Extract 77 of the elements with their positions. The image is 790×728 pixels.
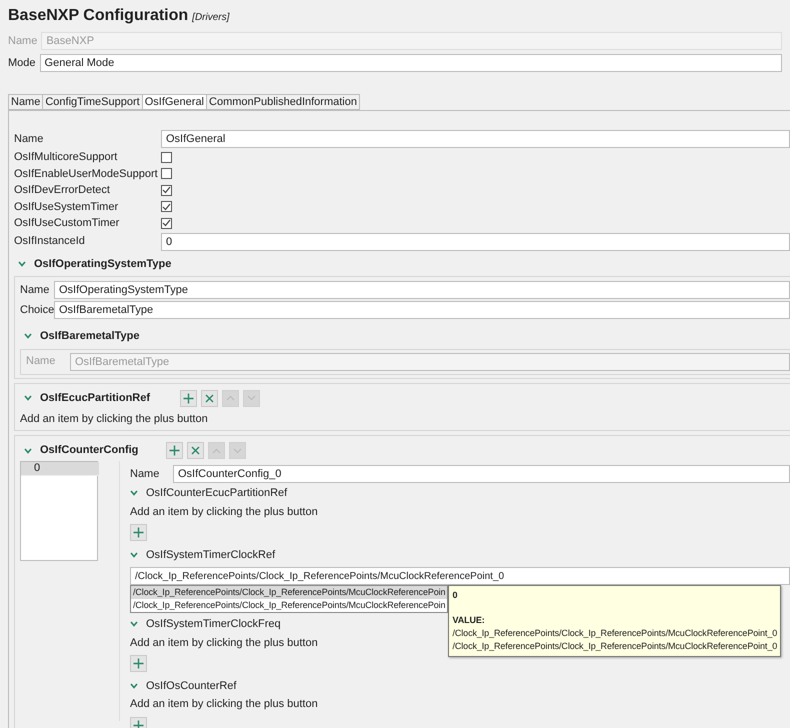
chevron-down-icon[interactable] [18,260,26,267]
plus-icon [183,392,194,404]
text-field[interactable]: OsIfCounterConfig_0 [173,465,790,483]
plus-icon [133,658,144,669]
chevron-down-icon [247,395,256,401]
section-title: OsIfCounterConfig [40,443,138,458]
text-field[interactable]: OsIfBaremetalType [54,301,790,319]
combo-field[interactable]: /Clock_Ip_ReferencePoints/Clock_Ip_ReferencePoints/McuClockReferencePoint_0 [130,567,790,585]
chevron-down-icon[interactable] [130,552,138,558]
close-icon [191,446,200,455]
name-field: BaseNXP [41,32,782,50]
field-label: Name [130,466,160,482]
chevron-down-icon[interactable] [130,621,138,628]
checkbox[interactable] [161,168,172,180]
mode-field[interactable]: General Mode [40,54,782,72]
chevron-up-icon [226,395,236,401]
field-label: Name [20,282,50,298]
chevron-down-icon[interactable] [24,333,32,340]
plus-icon [133,527,144,538]
field-label: OsIfUseCustomTimer [14,216,120,231]
add-button[interactable] [180,390,198,406]
hint-text: Add an item by clicking the plus button [130,504,318,520]
text-field[interactable]: OsIfOperatingSystemType [54,281,790,299]
remove-button[interactable] [187,442,204,459]
checkbox[interactable] [161,184,172,196]
section-title: OsIfEcucPartitionRef [40,390,150,406]
section-title: OsIfSystemTimerClockRef [146,548,276,562]
field-label: OsIfEnableUserModeSupport [14,166,159,182]
section-title: OsIfSystemTimerClockFreq [146,617,281,632]
field-label: OsIfInstanceId [14,234,86,250]
section-title: OsIfBaremetalType [40,329,140,344]
plus-icon [133,720,144,728]
section-title: OsIfOperatingSystemType [34,256,172,272]
dropdown-option[interactable]: /Clock_Ip_ReferencePoints/Clock_Ip_ReferencePoints/McuClockReferencePoin [131,586,448,599]
hint-text: Add an item by clicking the plus button [20,412,208,426]
field-label: Choice [20,302,54,318]
checkbox[interactable] [161,218,172,229]
add-button[interactable] [166,442,184,459]
chevron-up-icon [212,448,222,454]
hint-text: Add an item by clicking the plus button [130,697,318,712]
chevron-down-icon[interactable] [130,682,138,689]
category-label: [Drivers] [192,11,230,25]
chevron-down-icon[interactable] [24,395,32,401]
chevron-down-icon[interactable] [24,448,32,454]
tooltip-title: 0 [452,589,458,602]
tab[interactable]: Name [8,94,42,110]
text-field[interactable]: OsIfGeneral [161,130,790,148]
section-title: OsIfOsCounterRef [146,678,236,694]
field-label: OsIfUseSystemTimer [14,200,120,214]
tab[interactable]: ConfigTimeSupport [42,94,142,110]
page-title: BaseNXP Configuration [8,6,188,26]
add-button[interactable] [130,655,147,672]
dropdown-option[interactable]: /Clock_Ip_ReferencePoints/Clock_Ip_ReferencePoints/McuClockReferencePoin [131,599,448,612]
plus-icon [169,445,180,456]
field-label: Name [14,132,44,147]
field-label: OsIfDevErrorDetect [14,183,111,198]
checkbox[interactable] [161,152,172,163]
field-label: Name [8,34,38,49]
remove-button[interactable] [201,390,218,406]
add-button[interactable] [130,524,147,541]
checkbox[interactable] [161,201,172,212]
tooltip-text: /Clock_Ip_ReferencePoints/Clock_Ip_ReferencePoints/McuClockReferencePoint_0 [452,627,778,640]
field-label: Mode [8,56,36,71]
chevron-down-icon [233,448,242,454]
list-item[interactable]: 0 [21,462,99,476]
chevron-down-icon[interactable] [130,490,138,496]
tooltip-text: /Clock_Ip_ReferencePoints/Clock_Ip_ReferencePoints/McuClockReferencePoint_0 [452,640,778,653]
text-field: OsIfBaremetalType [70,352,790,370]
tab[interactable]: CommonPublishedInformation [206,94,360,110]
tab[interactable]: OsIfGeneral [142,94,206,110]
field-label: OsIfMulticoreSupport [14,150,118,165]
close-icon [205,394,214,402]
tooltip-heading: VALUE: [452,614,485,627]
text-field[interactable]: 0 [161,232,790,250]
field-label: Name [26,354,56,370]
hint-text: Add an item by clicking the plus button [130,636,318,650]
section-title: OsIfCounterEcucPartitionRef [146,486,288,501]
